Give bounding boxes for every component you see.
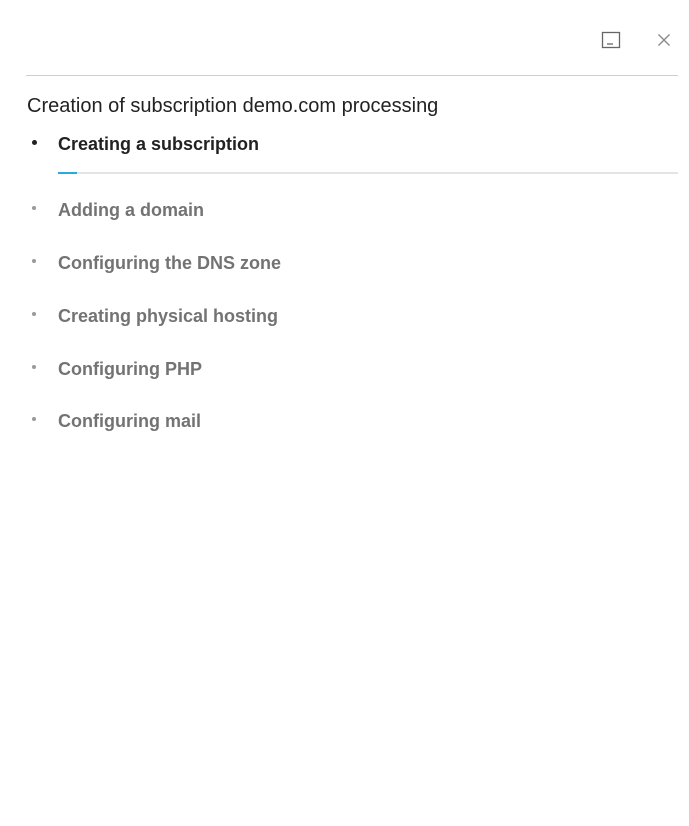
step-item-creating-subscription: Creating a subscription bbox=[27, 128, 678, 174]
bullet-icon bbox=[32, 206, 36, 210]
step-progress-bar bbox=[58, 172, 678, 174]
bullet-icon bbox=[32, 259, 36, 263]
progress-dialog: Creation of subscription demo.com proces… bbox=[0, 0, 689, 826]
step-label: Adding a domain bbox=[58, 200, 204, 220]
step-item-configuring-mail: Configuring mail bbox=[27, 405, 678, 441]
step-item-adding-domain: Adding a domain bbox=[27, 194, 678, 230]
dialog-header bbox=[26, 0, 678, 76]
step-progress-fill bbox=[58, 172, 77, 174]
step-label: Creating a subscription bbox=[58, 134, 260, 154]
step-item-configuring-php: Configuring PHP bbox=[27, 353, 678, 389]
close-button[interactable] bbox=[652, 28, 676, 52]
close-icon bbox=[658, 34, 670, 46]
step-label: Creating physical hosting bbox=[58, 306, 279, 326]
bullet-icon bbox=[32, 417, 36, 421]
minimize-button[interactable] bbox=[599, 28, 623, 52]
step-item-configuring-dns: Configuring the DNS zone bbox=[27, 247, 678, 283]
bullet-icon bbox=[32, 365, 36, 369]
step-item-creating-hosting: Creating physical hosting bbox=[27, 300, 678, 336]
bullet-icon bbox=[32, 312, 36, 316]
step-label: Configuring the DNS zone bbox=[58, 253, 281, 273]
bullet-icon bbox=[32, 140, 37, 145]
dialog-title: Creation of subscription demo.com proces… bbox=[27, 95, 439, 117]
step-label: Configuring mail bbox=[58, 411, 201, 431]
minimize-icon bbox=[601, 31, 621, 49]
step-label: Configuring PHP bbox=[58, 359, 202, 379]
